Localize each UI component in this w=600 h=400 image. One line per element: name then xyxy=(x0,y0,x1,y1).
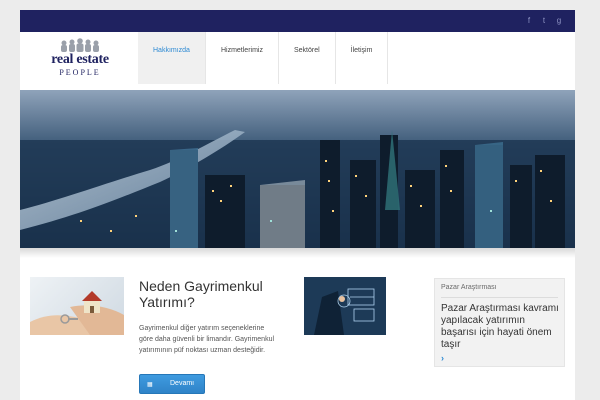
grid-icon: ▦ xyxy=(147,382,153,388)
social-links: f t g xyxy=(525,15,563,27)
read-more-button[interactable]: ▦ Devamı xyxy=(139,374,205,394)
widget-divider xyxy=(441,297,558,298)
section-title: Neden Gayrimenkul Yatırımı? xyxy=(139,278,263,310)
logo-brand-text: real estate xyxy=(51,52,109,67)
chevron-right-icon[interactable]: › xyxy=(441,353,444,363)
logo-sub-text: PEOPLE xyxy=(59,68,101,77)
nav-item-sektorel[interactable]: Sektörel xyxy=(279,32,336,84)
google-plus-icon[interactable]: g xyxy=(555,15,563,27)
page: f t g real estate PEOPLE Hakkımızda Hizm… xyxy=(20,10,575,400)
banner-shadow xyxy=(20,248,575,258)
widget-title: Pazar Araştırması xyxy=(441,284,497,291)
business-touchscreen-thumbnail xyxy=(304,277,386,335)
facebook-icon[interactable]: f xyxy=(525,15,533,27)
market-research-widget: Pazar Araştırması Pazar Araştırması kavr… xyxy=(434,278,565,367)
twitter-icon[interactable]: t xyxy=(540,15,548,27)
section-description: Gayrimenkul diğer yatırım seçeneklerine … xyxy=(139,325,275,354)
house-keys-thumbnail xyxy=(30,277,124,335)
logo-people-icon xyxy=(61,38,99,52)
widget-text-link[interactable]: Pazar Araştırması kavramı yapılacak yatı… xyxy=(441,303,561,351)
top-bar: f t g xyxy=(20,10,575,32)
nav-item-hizmetlerimiz[interactable]: Hizmetlerimiz xyxy=(206,32,279,84)
nav-item-iletisim[interactable]: İletişim xyxy=(336,32,389,84)
hero-banner xyxy=(20,90,575,248)
header: real estate PEOPLE Hakkımızda Hizmetleri… xyxy=(20,32,575,84)
nav-item-hakkimizda[interactable]: Hakkımızda xyxy=(138,32,206,84)
city-skyline-image xyxy=(20,90,575,248)
read-more-label: Devamı xyxy=(170,380,195,387)
main-nav: Hakkımızda Hizmetlerimiz Sektörel İletiş… xyxy=(138,32,389,84)
site-logo[interactable]: real estate PEOPLE xyxy=(48,38,112,80)
